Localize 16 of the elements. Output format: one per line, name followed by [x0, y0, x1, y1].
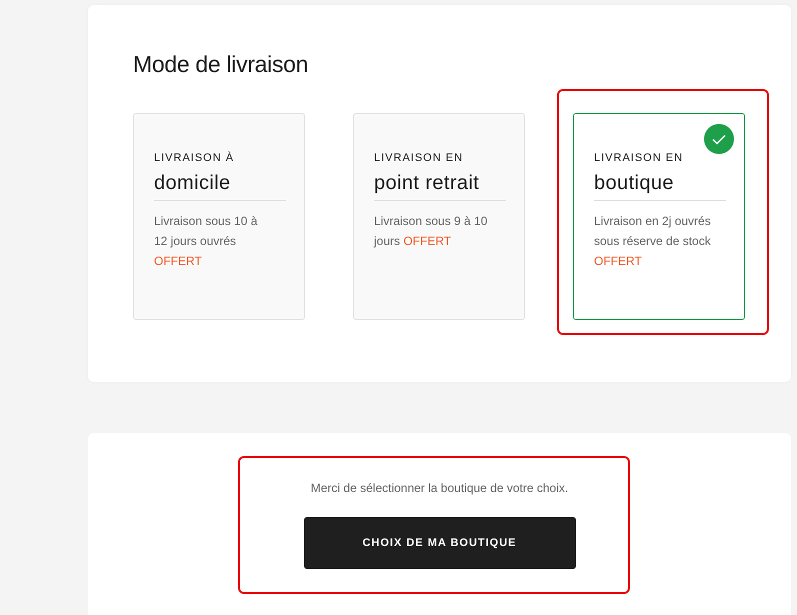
option-name: boutique — [594, 170, 726, 201]
delivery-option-card[interactable]: LIVRAISON À domicile Livraison sous 10 à 12 jours ouvrés OFFERT — [133, 112, 305, 320]
option-description: Livraison sous 9 à 10 jours OFFERT — [374, 212, 488, 250]
option-description: Livraison sous 10 à 12 jours ouvrés OFFERT — [154, 212, 258, 270]
check-icon — [704, 124, 734, 154]
option-label: LIVRAISON EN — [594, 150, 684, 166]
section-title: Mode de livraison — [133, 51, 310, 79]
option-name: point retrait — [374, 170, 506, 201]
option-name: domicile — [154, 170, 286, 201]
store-message: Merci de sélectionner la boutique de votre choix. — [310, 480, 568, 497]
choose-store-button[interactable]: CHOIX DE MA BOUTIQUE — [304, 517, 576, 569]
delivery-option-card[interactable]: LIVRAISON EN boutique Livraison en 2j ouvrés sous réserve de stock OFFERT — [573, 112, 745, 320]
option-label: LIVRAISON À — [154, 150, 236, 166]
delivery-option-card[interactable]: LIVRAISON EN point retrait Livraison sous 9 à 10 jours OFFERT — [353, 112, 525, 320]
option-description: Livraison en 2j ouvrés sous réserve de stock OFFERT — [594, 212, 712, 270]
option-label: LIVRAISON EN — [374, 150, 464, 166]
